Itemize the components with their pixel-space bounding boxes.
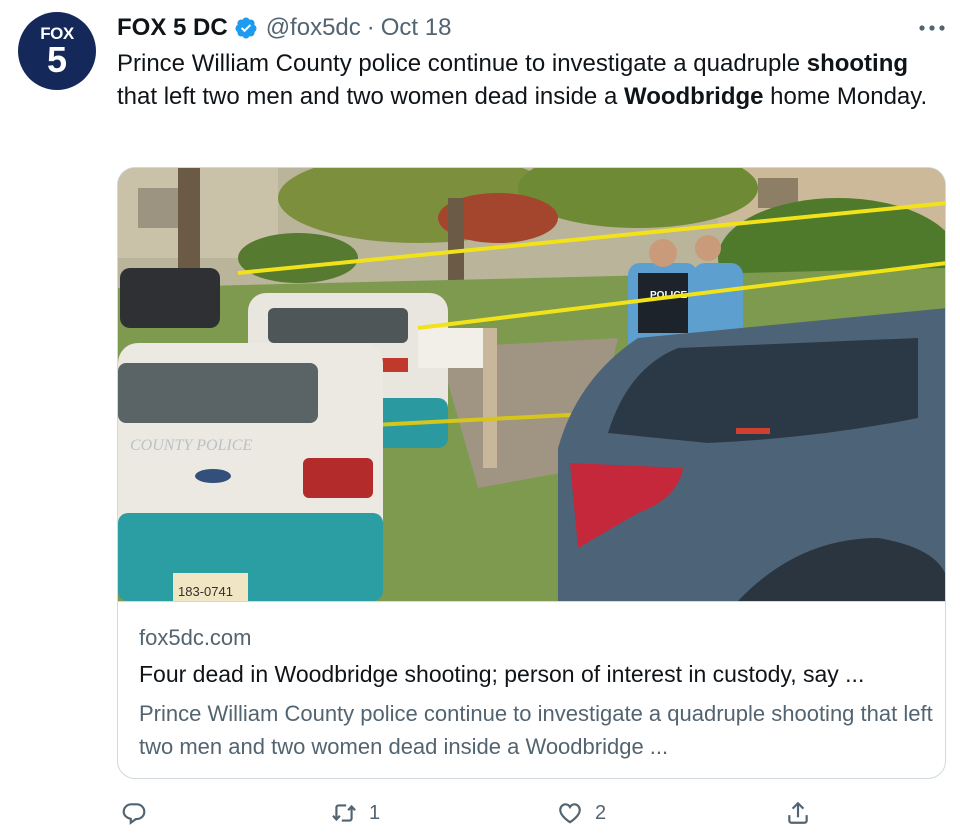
- retweet-icon: [332, 804, 356, 822]
- hashtag-shooting: shooting: [806, 50, 909, 77]
- avatar-logo-number: 5: [46, 39, 68, 80]
- tweet-date[interactable]: Oct 18: [381, 14, 452, 42]
- tweet-text: Prince William County police continue to…: [117, 47, 947, 113]
- card-title[interactable]: Four dead in Woodbridge shooting; person…: [139, 661, 934, 688]
- tweet-text-part: that left two men and two women dead ins…: [117, 83, 624, 110]
- tweet-text-part: home Monday.: [763, 83, 928, 110]
- hashtag-woodbridge: Woodbridge: [623, 83, 764, 110]
- like-count: 2: [595, 801, 607, 824]
- separator-dot: ·: [366, 14, 375, 41]
- news-photo[interactable]: POLICE COUNTY POLICE 183-0741: [118, 168, 946, 601]
- tweet-text-part: Prince William County police continue to…: [117, 50, 807, 77]
- more-icon[interactable]: [915, 18, 949, 38]
- car-label-text: COUNTY POLICE: [130, 437, 252, 454]
- card-domain: fox5dc.com: [139, 625, 252, 650]
- license-plate-text: 183-0741: [178, 584, 233, 599]
- heart-icon: [559, 803, 581, 824]
- account-name[interactable]: FOX 5 DC: [117, 14, 228, 42]
- tweet-actions: 1 2: [117, 798, 946, 834]
- retweet-button[interactable]: 1: [331, 800, 380, 826]
- link-preview-card[interactable]: POLICE COUNTY POLICE 183-0741 fox5dc.com…: [117, 167, 946, 779]
- like-button[interactable]: 2: [557, 800, 606, 826]
- card-divider: [118, 601, 945, 602]
- reply-button[interactable]: [121, 800, 147, 826]
- verified-badge-icon: [235, 17, 257, 39]
- tweet-header: FOX 5 DC @fox5dc · Oct 18: [117, 10, 451, 46]
- retweet-count: 1: [369, 801, 381, 824]
- reply-icon: [122, 803, 146, 825]
- share-button[interactable]: [785, 800, 811, 826]
- card-description: Prince William County police continue to…: [139, 701, 933, 759]
- account-handle[interactable]: @fox5dc: [266, 14, 361, 42]
- share-icon: [788, 801, 808, 824]
- avatar[interactable]: FOX 5: [18, 12, 96, 90]
